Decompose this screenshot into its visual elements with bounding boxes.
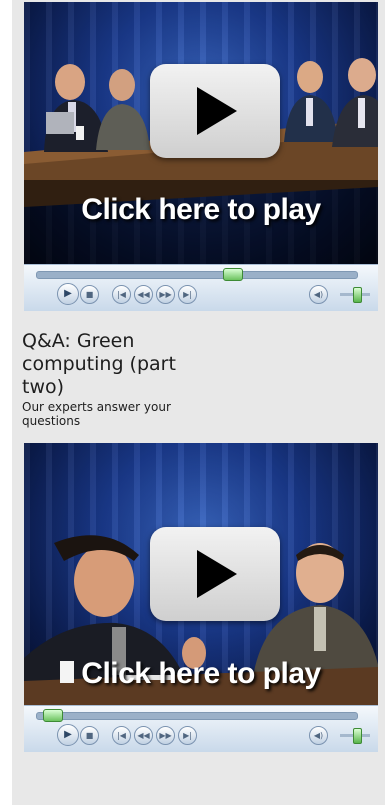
mute-button[interactable]: ◀) [309,285,328,304]
sidebar-panel: Click here to play ▶ ■ |◀ ◀◀ ▶▶ ▶| ◀) Q&… [12,0,385,805]
fast-forward-button[interactable]: ▶▶ [156,285,175,304]
play-control-button[interactable]: ▶ [57,283,79,305]
next-button[interactable]: ▶| [178,285,197,304]
play-control-button[interactable]: ▶ [57,724,79,746]
rewind-button[interactable]: ◀◀ [134,726,153,745]
next-button[interactable]: ▶| [178,726,197,745]
person-center-left [96,69,150,150]
volume-slider[interactable] [353,287,362,303]
person-right [332,58,378,147]
previous-button[interactable]: |◀ [112,726,131,745]
seek-thumb[interactable] [43,709,63,722]
player-controls: ▶ ■ |◀ ◀◀ ▶▶ ▶| ◀) [24,264,378,311]
play-button[interactable] [150,64,280,158]
play-triangle-icon [197,87,237,135]
video-title[interactable]: Q&A: Green computing (part two) [22,330,222,399]
play-caption: Click here to play [81,193,321,226]
video-thumbnail-1[interactable]: Click here to play [24,2,378,264]
mute-button[interactable]: ◀) [309,726,328,745]
stop-button[interactable]: ■ [80,726,99,745]
play-button[interactable] [150,527,280,621]
video-subtitle: Our experts answer your questions [22,400,171,428]
stop-button[interactable]: ■ [80,285,99,304]
seek-bar[interactable] [36,709,358,722]
rewind-button[interactable]: ◀◀ [134,285,153,304]
person-center-right [284,61,338,142]
volume-slider[interactable] [353,728,362,744]
seek-bar[interactable] [36,268,358,281]
play-caption: Click here to play [81,657,321,690]
previous-button[interactable]: |◀ [112,285,131,304]
player-controls: ▶ ■ |◀ ◀◀ ▶▶ ▶| ◀) [24,705,378,752]
fast-forward-button[interactable]: ▶▶ [156,726,175,745]
seek-thumb[interactable] [223,268,243,281]
play-triangle-icon [197,550,237,598]
video-thumbnail-2[interactable]: Click here to play [24,443,378,705]
